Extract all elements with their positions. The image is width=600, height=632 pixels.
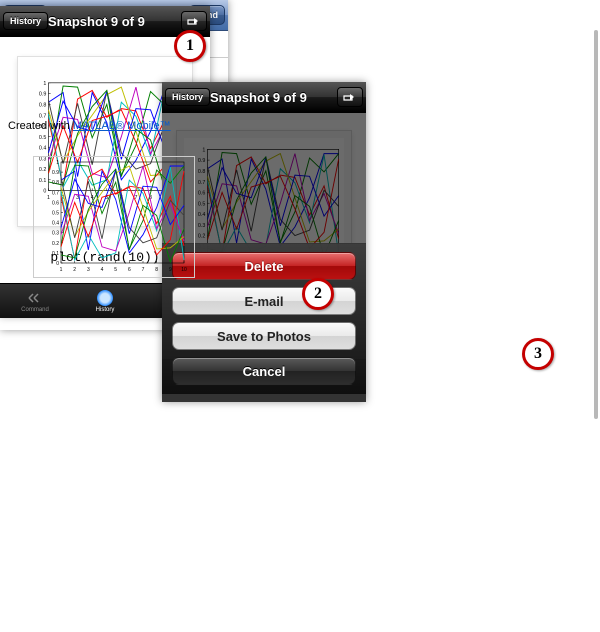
svg-text:0.9: 0.9 xyxy=(39,92,46,98)
share-button[interactable] xyxy=(337,87,363,107)
svg-text:1: 1 xyxy=(60,267,63,273)
tab-label: Command xyxy=(21,307,49,313)
forward-icon xyxy=(27,290,43,306)
svg-text:0.8: 0.8 xyxy=(39,103,46,109)
save-to-photos-button[interactable]: Save to Photos xyxy=(172,322,356,350)
navbar-title: Snapshot 9 of 9 xyxy=(210,90,337,105)
attached-chart: 1 2 3 4 5 6 7 8 9 10 0 0.1 0.2 0.3 0.4 0.5 0.6 0.7 0.8 0.9 1 xyxy=(33,156,195,278)
svg-text:6: 6 xyxy=(128,267,131,273)
svg-text:0.1: 0.1 xyxy=(52,251,59,257)
line-chart: 1 2 3 4 5 6 7 8 9 10 0 0.1 0.2 0.3 0.4 0.5 0.6 0.7 0.8 0.9 1 xyxy=(34,157,194,277)
svg-text:10: 10 xyxy=(181,267,187,273)
reload-icon xyxy=(97,290,113,306)
share-icon xyxy=(343,91,357,103)
svg-text:5: 5 xyxy=(114,267,117,273)
step-badge-3: 3 xyxy=(522,338,554,370)
navbar: History Snapshot 9 of 9 xyxy=(0,6,210,37)
svg-text:4: 4 xyxy=(101,267,104,273)
svg-text:0: 0 xyxy=(56,261,59,267)
svg-text:2: 2 xyxy=(73,267,76,273)
svg-text:7: 7 xyxy=(142,267,145,273)
matlab-mobile-link[interactable]: MATLAB® Mobile™ xyxy=(73,120,171,132)
svg-text:8: 8 xyxy=(155,267,158,273)
svg-text:9: 9 xyxy=(169,267,172,273)
step-badge-2: 2 xyxy=(302,278,334,310)
svg-text:0.5: 0.5 xyxy=(52,211,59,217)
share-icon xyxy=(187,15,201,27)
svg-text:0.3: 0.3 xyxy=(52,231,59,237)
svg-text:0.9: 0.9 xyxy=(52,170,59,176)
redacted xyxy=(82,65,172,77)
svg-text:1: 1 xyxy=(43,81,46,87)
svg-text:3: 3 xyxy=(87,267,90,273)
navbar: History Snapshot 9 of 9 xyxy=(162,82,366,113)
svg-text:0.8: 0.8 xyxy=(52,180,59,186)
share-button[interactable] xyxy=(181,11,207,31)
cancel-button[interactable]: Cancel xyxy=(172,357,356,385)
step-badge-1: 1 xyxy=(174,30,206,62)
svg-text:0.2: 0.2 xyxy=(52,241,59,247)
tab-history[interactable]: History xyxy=(70,284,140,318)
navbar-title: Snapshot 9 of 9 xyxy=(48,14,181,29)
svg-text:0.7: 0.7 xyxy=(52,190,59,196)
body-text: Created with xyxy=(8,120,73,132)
history-back-button[interactable]: History xyxy=(3,12,48,30)
svg-text:0.4: 0.4 xyxy=(52,221,59,227)
svg-text:1: 1 xyxy=(56,160,59,166)
tab-label: History xyxy=(96,307,115,313)
history-back-button[interactable]: History xyxy=(165,88,210,106)
tab-command[interactable]: Command xyxy=(0,284,70,318)
scrollbar[interactable] xyxy=(594,30,598,628)
svg-text:0.6: 0.6 xyxy=(52,200,59,206)
mail-body[interactable]: Created with MATLAB® Mobile™ 12345678910… xyxy=(0,112,228,286)
